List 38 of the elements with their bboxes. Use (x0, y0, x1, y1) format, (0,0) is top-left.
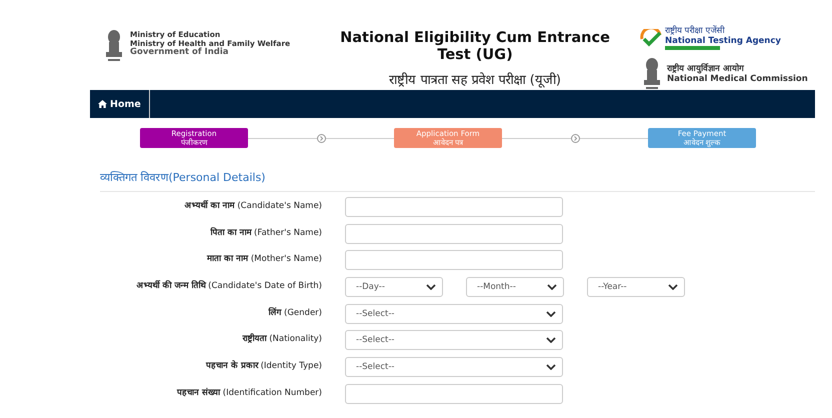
field-label: माता का नाम (Mother's Name) (206, 253, 322, 266)
select-field[interactable]: --Select-- (345, 304, 563, 324)
arrow-circle-icon (316, 134, 326, 142)
section-heading: व्यक्तिगत विवरण(Personal Details) (100, 171, 266, 184)
input-field[interactable] (345, 224, 563, 244)
nta-logo-icon (640, 29, 662, 47)
field-label: पहचान संख्या (Identification Number) (176, 386, 322, 400)
field-label: अभ्यर्थी की जन्म तिथि (Candidate's Date of Birth) (136, 279, 322, 294)
chevron-down-icon (546, 364, 556, 370)
commission-name: National Medical Commission (666, 74, 808, 84)
select-field[interactable]: --Year-- (587, 277, 685, 298)
select-field[interactable]: --Month-- (466, 277, 564, 298)
exam-subtitle: राष्ट्रीय पात्रता सह प्रवेश परीक्षा (यूजी) (389, 71, 561, 88)
chevron-down-icon (547, 284, 557, 290)
arrow-circle-icon (570, 134, 580, 142)
select-field[interactable]: --Select-- (345, 357, 563, 378)
agency-name: National Testing Agency (664, 36, 781, 46)
chevron-down-icon (426, 284, 436, 290)
input-field[interactable] (345, 384, 563, 404)
field-label: पिता का नाम (Father's Name) (209, 226, 322, 240)
ministry-name: Government of India (130, 48, 229, 57)
field-label: लिंग (Gender) (267, 306, 322, 320)
exam-title: National Eligibility Cum Entrance Test (UG) (340, 30, 610, 64)
chevron-down-icon (546, 337, 556, 344)
commission-name-hindi: राष्ट्रीय आयुर्विज्ञान आयोग (666, 64, 746, 74)
tagline-bar-icon (664, 46, 720, 50)
field-label: पहचान के प्रकार (Identity Type) (204, 359, 322, 374)
input-field[interactable] (345, 250, 563, 270)
select-field[interactable]: --Select-- (345, 330, 563, 350)
home-icon (98, 100, 107, 108)
input-field[interactable] (345, 197, 563, 217)
agency-name-hindi: राष्ट्रीय परीक्षा एजेंसी (664, 26, 726, 36)
select-field[interactable]: --Day-- (345, 277, 443, 298)
home-tab[interactable]: Home (90, 90, 150, 118)
chevron-down-icon (668, 284, 678, 290)
chevron-down-icon (546, 310, 556, 317)
field-label: राष्ट्रीयता (Nationality) (241, 332, 322, 346)
field-label: अभ्यर्थी का नाम (Candidate's Name) (184, 199, 322, 213)
